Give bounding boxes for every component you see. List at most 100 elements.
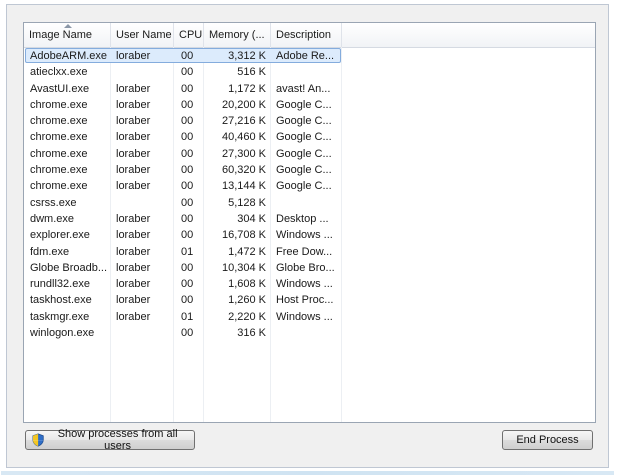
process-cpu-cell: 00 bbox=[181, 278, 194, 291]
process-row[interactable]: Globe Broadb... loraber 00 10,304 K Globe Br… bbox=[24, 260, 595, 276]
process-row[interactable]: AdobeARM.exe loraber 00 3,312 K Adobe Re... bbox=[24, 48, 595, 64]
process-memory-cell: 1,172 K bbox=[228, 82, 266, 95]
process-memory-cell: 304 K bbox=[237, 212, 266, 225]
process-description-cell: Google C... bbox=[276, 98, 332, 111]
sort-ascending-icon bbox=[64, 24, 72, 28]
process-description-cell: avast! An... bbox=[276, 82, 331, 95]
process-user-cell: loraber bbox=[116, 245, 151, 258]
process-name-cell: taskmgr.exe bbox=[30, 310, 90, 323]
process-cpu-cell: 00 bbox=[181, 98, 194, 111]
end-process-label: End Process bbox=[516, 434, 579, 446]
process-memory-cell: 3,312 K bbox=[228, 50, 266, 62]
process-memory-cell: 5,128 K bbox=[228, 196, 266, 209]
process-cpu-cell: 00 bbox=[181, 196, 194, 209]
process-cpu-cell: 00 bbox=[181, 147, 194, 160]
column-header-cpu-label: CPU bbox=[179, 29, 203, 41]
process-description-cell: Windows ... bbox=[276, 278, 333, 291]
process-user-cell: loraber bbox=[116, 212, 151, 225]
process-rows: AdobeARM.exe loraber 00 3,312 K Adobe Re... a… bbox=[24, 48, 595, 341]
column-header-memory-label: Memory (... bbox=[209, 29, 265, 41]
process-description-cell: Google C... bbox=[276, 180, 332, 193]
process-memory-cell: 16,708 K bbox=[221, 229, 266, 242]
process-memory-cell: 1,472 K bbox=[228, 245, 266, 258]
column-header-user-name[interactable]: User Name bbox=[111, 23, 174, 47]
process-name-cell: AvastUI.exe bbox=[30, 82, 90, 95]
process-name-cell: dwm.exe bbox=[30, 212, 75, 225]
process-user-cell: loraber bbox=[116, 50, 151, 62]
process-memory-cell: 2,220 K bbox=[228, 310, 266, 323]
process-row[interactable]: taskmgr.exe loraber 01 2,220 K Windows ... bbox=[24, 309, 595, 325]
process-description-cell: Google C... bbox=[276, 115, 332, 128]
process-description-cell: Globe Bro... bbox=[276, 261, 335, 274]
process-memory-cell: 60,320 K bbox=[221, 164, 266, 177]
process-description-cell: Windows ... bbox=[276, 310, 333, 323]
process-row[interactable]: taskhost.exe loraber 00 1,260 K Host Proc... bbox=[24, 292, 595, 308]
process-name-cell: taskhost.exe bbox=[30, 294, 92, 307]
process-cpu-cell: 00 bbox=[181, 164, 194, 177]
process-row[interactable]: chrome.exe loraber 00 20,200 K Google C... bbox=[24, 97, 595, 113]
process-cpu-cell: 00 bbox=[181, 229, 194, 242]
process-row[interactable]: chrome.exe loraber 00 40,460 K Google C... bbox=[24, 129, 595, 145]
show-all-processes-button[interactable]: Show processes from all users bbox=[25, 428, 195, 452]
process-memory-cell: 27,300 K bbox=[221, 147, 266, 160]
column-header-description[interactable]: Description bbox=[271, 23, 342, 47]
process-row[interactable]: chrome.exe loraber 00 27,216 K Google C... bbox=[24, 113, 595, 129]
process-memory-cell: 20,200 K bbox=[221, 98, 266, 111]
process-memory-cell: 40,460 K bbox=[221, 131, 266, 144]
process-memory-cell: 13,144 K bbox=[221, 180, 266, 193]
process-name-cell: chrome.exe bbox=[30, 115, 88, 128]
column-header-image-name-label: Image Name bbox=[29, 29, 92, 41]
column-header-description-label: Description bbox=[276, 29, 332, 41]
process-memory-cell: 316 K bbox=[237, 327, 266, 340]
process-row[interactable]: chrome.exe loraber 00 13,144 K Google C... bbox=[24, 178, 595, 194]
process-description-cell: Free Dow... bbox=[276, 245, 333, 258]
process-cpu-cell: 00 bbox=[181, 294, 194, 307]
process-description-cell: Adobe Re... bbox=[276, 50, 335, 62]
process-memory-cell: 1,608 K bbox=[228, 278, 266, 291]
process-cpu-cell: 00 bbox=[181, 261, 194, 274]
process-row[interactable]: explorer.exe loraber 00 16,708 K Windows ... bbox=[24, 227, 595, 243]
process-row[interactable]: AvastUI.exe loraber 00 1,172 K avast! An... bbox=[24, 81, 595, 97]
column-header-cpu[interactable]: CPU bbox=[174, 23, 204, 47]
process-row[interactable]: csrss.exe 00 5,128 K bbox=[24, 195, 595, 211]
process-user-cell: loraber bbox=[116, 261, 151, 274]
process-description-cell: Windows ... bbox=[276, 229, 333, 242]
column-header-row: Image Name User Name CPU Memory (... Des… bbox=[24, 23, 595, 48]
process-memory-cell: 1,260 K bbox=[228, 294, 266, 307]
process-cpu-cell: 00 bbox=[181, 212, 194, 225]
process-name-cell: Globe Broadb... bbox=[30, 261, 108, 274]
process-cpu-cell: 00 bbox=[181, 131, 194, 144]
process-user-cell: loraber bbox=[116, 98, 151, 111]
process-memory-cell: 27,216 K bbox=[221, 115, 266, 128]
column-header-image-name[interactable]: Image Name bbox=[24, 23, 111, 47]
process-name-cell: chrome.exe bbox=[30, 131, 88, 144]
process-cpu-cell: 00 bbox=[181, 66, 194, 79]
process-description-cell: Google C... bbox=[276, 147, 332, 160]
process-row[interactable]: dwm.exe loraber 00 304 K Desktop ... bbox=[24, 211, 595, 227]
process-cpu-cell: 00 bbox=[181, 327, 194, 340]
process-user-cell: loraber bbox=[116, 310, 151, 323]
column-header-memory[interactable]: Memory (... bbox=[204, 23, 271, 47]
process-cpu-cell: 01 bbox=[181, 310, 194, 323]
process-list[interactable]: Image Name User Name CPU Memory (... Des… bbox=[23, 22, 596, 423]
process-name-cell: winlogon.exe bbox=[30, 327, 95, 340]
process-cpu-cell: 00 bbox=[181, 180, 194, 193]
process-cpu-cell: 00 bbox=[181, 82, 194, 95]
process-row[interactable]: winlogon.exe 00 316 K bbox=[24, 325, 595, 341]
process-row[interactable]: fdm.exe loraber 01 1,472 K Free Dow... bbox=[24, 244, 595, 260]
process-name-cell: chrome.exe bbox=[30, 147, 88, 160]
process-description-cell: Desktop ... bbox=[276, 212, 329, 225]
process-user-cell: loraber bbox=[116, 82, 151, 95]
process-row[interactable]: rundll32.exe loraber 00 1,608 K Windows ... bbox=[24, 276, 595, 292]
end-process-button[interactable]: End Process bbox=[502, 430, 593, 450]
process-row[interactable]: chrome.exe loraber 00 27,300 K Google C... bbox=[24, 146, 595, 162]
process-user-cell: loraber bbox=[116, 115, 151, 128]
process-row[interactable]: atieclxx.exe 00 516 K bbox=[24, 64, 595, 80]
process-user-cell: loraber bbox=[116, 131, 151, 144]
process-row[interactable]: chrome.exe loraber 00 60,320 K Google C... bbox=[24, 162, 595, 178]
process-name-cell: explorer.exe bbox=[30, 229, 90, 242]
column-header-user-name-label: User Name bbox=[116, 29, 172, 41]
process-cpu-cell: 00 bbox=[181, 50, 194, 62]
uac-shield-icon bbox=[32, 433, 44, 447]
show-all-processes-label: Show processes from all users bbox=[57, 428, 178, 452]
